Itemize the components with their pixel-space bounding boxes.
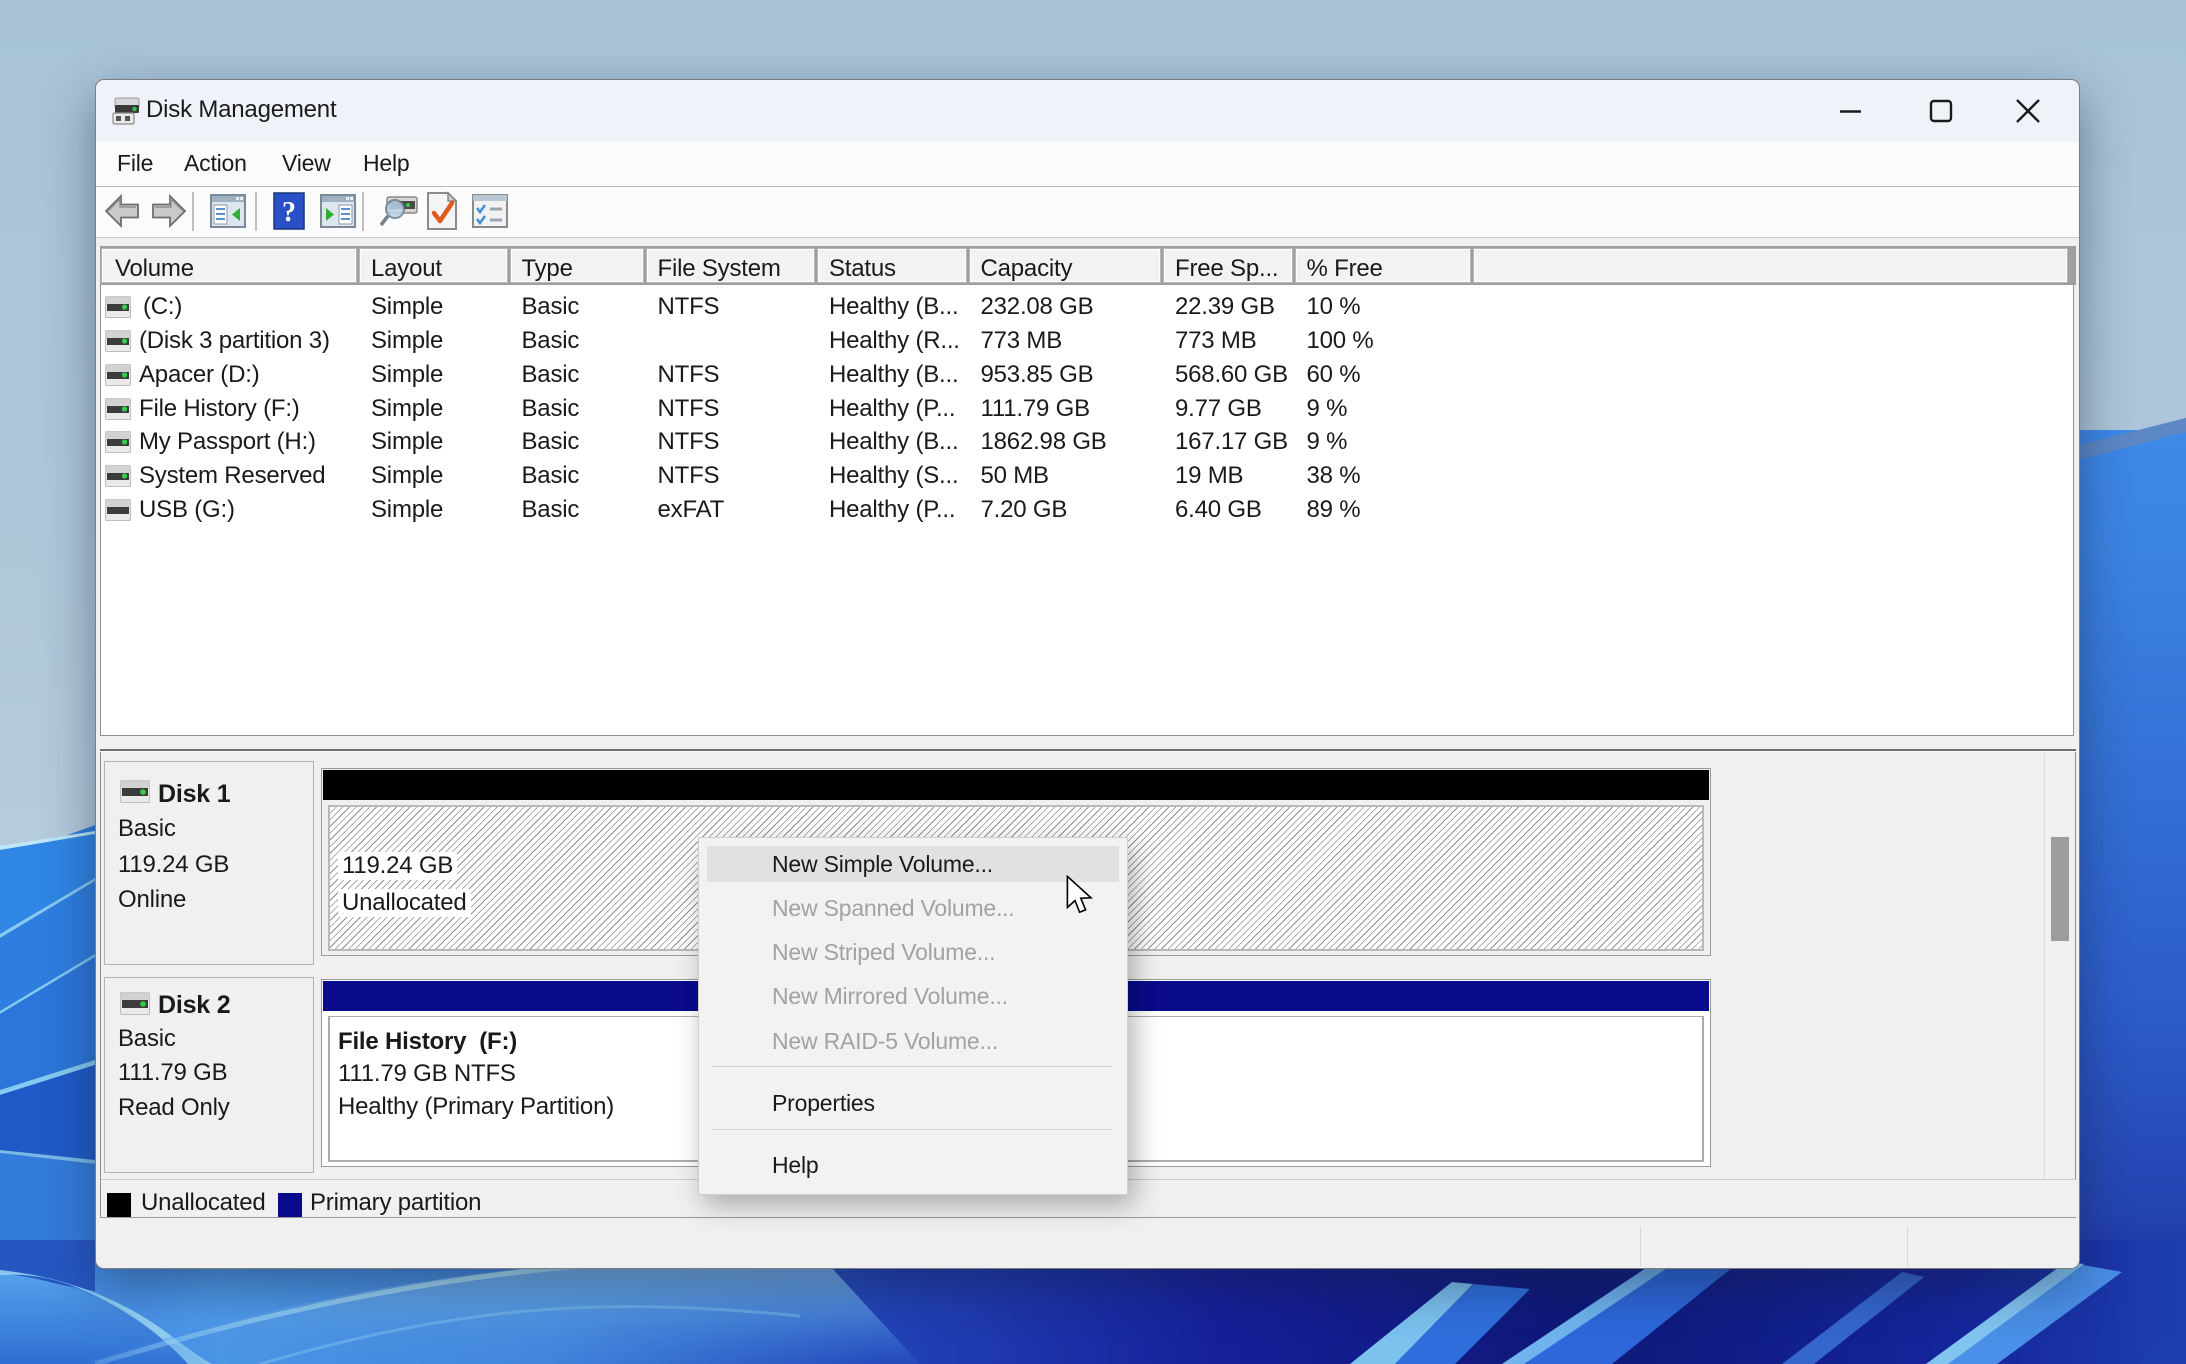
svg-text:?: ? (282, 197, 296, 228)
